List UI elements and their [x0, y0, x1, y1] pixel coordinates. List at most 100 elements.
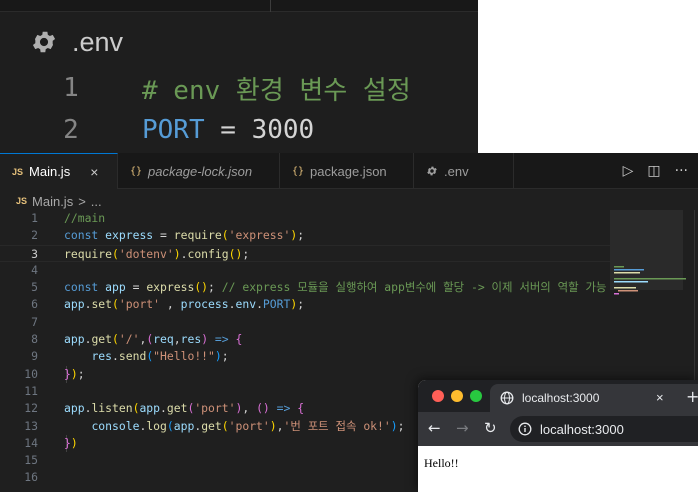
tab-label: package.json: [310, 163, 387, 179]
gear-icon: [427, 166, 437, 176]
breadcrumb: JS Main.js > ...: [16, 191, 102, 211]
line-number: 12: [24, 401, 38, 416]
line-number: 13: [24, 418, 38, 433]
address-bar[interactable]: localhost:3000: [510, 416, 698, 442]
code-token: express: [105, 228, 154, 243]
code-token: 'dotenv': [118, 246, 174, 261]
tab-label: package-lock.json: [148, 163, 253, 179]
url-text[interactable]: localhost:3000: [540, 422, 624, 437]
line-number: 7: [31, 314, 38, 329]
env-key: PORT: [142, 115, 205, 145]
env-operator: =: [220, 115, 236, 145]
more-actions-icon[interactable]: ···: [675, 163, 688, 179]
code-token: const: [64, 280, 99, 295]
run-icon[interactable]: ▷: [623, 163, 634, 179]
code-token: app: [64, 401, 85, 416]
code-line: 9 res.send("Hello!!");: [0, 348, 610, 365]
page-body-text: Hello!!: [424, 456, 459, 470]
split-editor-icon[interactable]: ◫: [647, 163, 660, 179]
line-number: 10: [24, 366, 38, 381]
line-number: 4: [31, 262, 38, 277]
code-token: 'port': [228, 418, 270, 433]
tab-main-js[interactable]: JS Main.js ×: [0, 153, 118, 189]
code-token: env: [235, 297, 257, 312]
browser-tab-title: localhost:3000: [522, 391, 600, 405]
code-token: listen: [91, 401, 133, 416]
line-number: 9: [31, 349, 38, 364]
code-token: "Hello!!": [153, 349, 215, 364]
gear-icon: [32, 31, 56, 53]
tab-env[interactable]: .env: [414, 153, 514, 189]
close-window-button[interactable]: [432, 390, 444, 402]
code-line: 4: [0, 262, 610, 279]
tab-package-lock-json[interactable]: {} package-lock.json: [118, 153, 280, 189]
json-file-icon: {}: [130, 165, 143, 177]
code-line: 7: [0, 314, 610, 331]
code-token: app: [173, 418, 195, 433]
code-token: get: [201, 418, 222, 433]
minimap-preview: [614, 266, 686, 295]
line-number: 8: [31, 332, 38, 347]
breadcrumb-separator: >: [78, 193, 86, 209]
code-token: req: [153, 332, 174, 347]
line-number: 3: [31, 246, 38, 261]
code-token: '번 포트 접속 ok!': [283, 418, 391, 433]
line-number: 16: [24, 470, 38, 485]
breadcrumb-file[interactable]: Main.js: [32, 194, 73, 209]
line-number: 15: [24, 453, 38, 468]
code-line: 5 const app = express(); // express 모듈을 실…: [0, 279, 610, 296]
code-token: console: [91, 418, 140, 433]
code-token: express: [146, 280, 195, 295]
tab-label: .env: [444, 163, 469, 179]
code-token: '/': [118, 332, 140, 347]
env-file-header: .env: [30, 24, 123, 60]
code-token: app: [105, 280, 126, 295]
info-icon[interactable]: [518, 422, 532, 436]
code-comment: //main: [64, 211, 106, 225]
code-line: 2 const express = require('express');: [0, 227, 610, 244]
browser-window: localhost:3000 × + ← → ↻ localhost:3000 …: [418, 380, 698, 492]
browser-tab[interactable]: localhost:3000 ×: [490, 384, 698, 412]
line-number: 2: [63, 115, 79, 145]
breadcrumb-symbol[interactable]: ...: [91, 194, 102, 209]
code-token: config: [187, 246, 229, 261]
js-file-icon: JS: [16, 196, 28, 206]
editor-tab-bar: JS Main.js × {} package-lock.json {} pac…: [0, 153, 698, 189]
code-token: require: [64, 246, 113, 261]
line-number: 6: [31, 297, 38, 312]
minimize-window-button[interactable]: [451, 390, 463, 402]
browser-page: Hello!!: [418, 446, 698, 492]
code-token: get: [91, 332, 113, 347]
code-token: 'port': [118, 297, 161, 312]
code-token: res: [180, 332, 202, 347]
env-file-panel: .env 1 # env 환경 변수 설정 2 PORT = 3000: [0, 0, 478, 153]
code-line: 6 app.set('port' , process.env.PORT);: [0, 296, 610, 313]
json-file-icon: {}: [292, 165, 305, 177]
code-token: app: [64, 297, 85, 312]
back-icon[interactable]: ←: [428, 419, 441, 437]
reload-icon[interactable]: ↻: [484, 419, 497, 437]
code-token: const: [64, 228, 99, 243]
code-line: 8 app.get('/',(req,res) => {: [0, 331, 610, 348]
code-token: app: [64, 332, 85, 347]
env-assignment: PORT = 3000: [142, 115, 314, 145]
line-number: 11: [24, 383, 38, 398]
env-panel-topbar: [0, 0, 478, 12]
code-comment: // express 모듈을 실행하여 app변수에 할당 -> 이제 서버의 …: [221, 280, 607, 295]
globe-icon: [500, 391, 514, 405]
editor-actions: ▷ ◫ ···: [623, 153, 688, 189]
code-token: res: [91, 349, 113, 364]
close-tab-icon[interactable]: ×: [656, 390, 664, 405]
tab-label: Main.js: [29, 164, 71, 179]
tab-package-json[interactable]: {} package.json: [280, 153, 414, 189]
code-token: get: [166, 401, 188, 416]
new-tab-button[interactable]: +: [686, 387, 698, 406]
code-token: send: [118, 349, 147, 364]
code-token: 'port': [194, 401, 236, 416]
env-file-title: .env: [72, 26, 124, 57]
maximize-window-button[interactable]: [470, 390, 482, 402]
code-token: log: [146, 418, 167, 433]
code-token: 'express': [228, 228, 291, 243]
close-icon[interactable]: ×: [90, 164, 98, 180]
forward-icon[interactable]: →: [456, 419, 469, 437]
